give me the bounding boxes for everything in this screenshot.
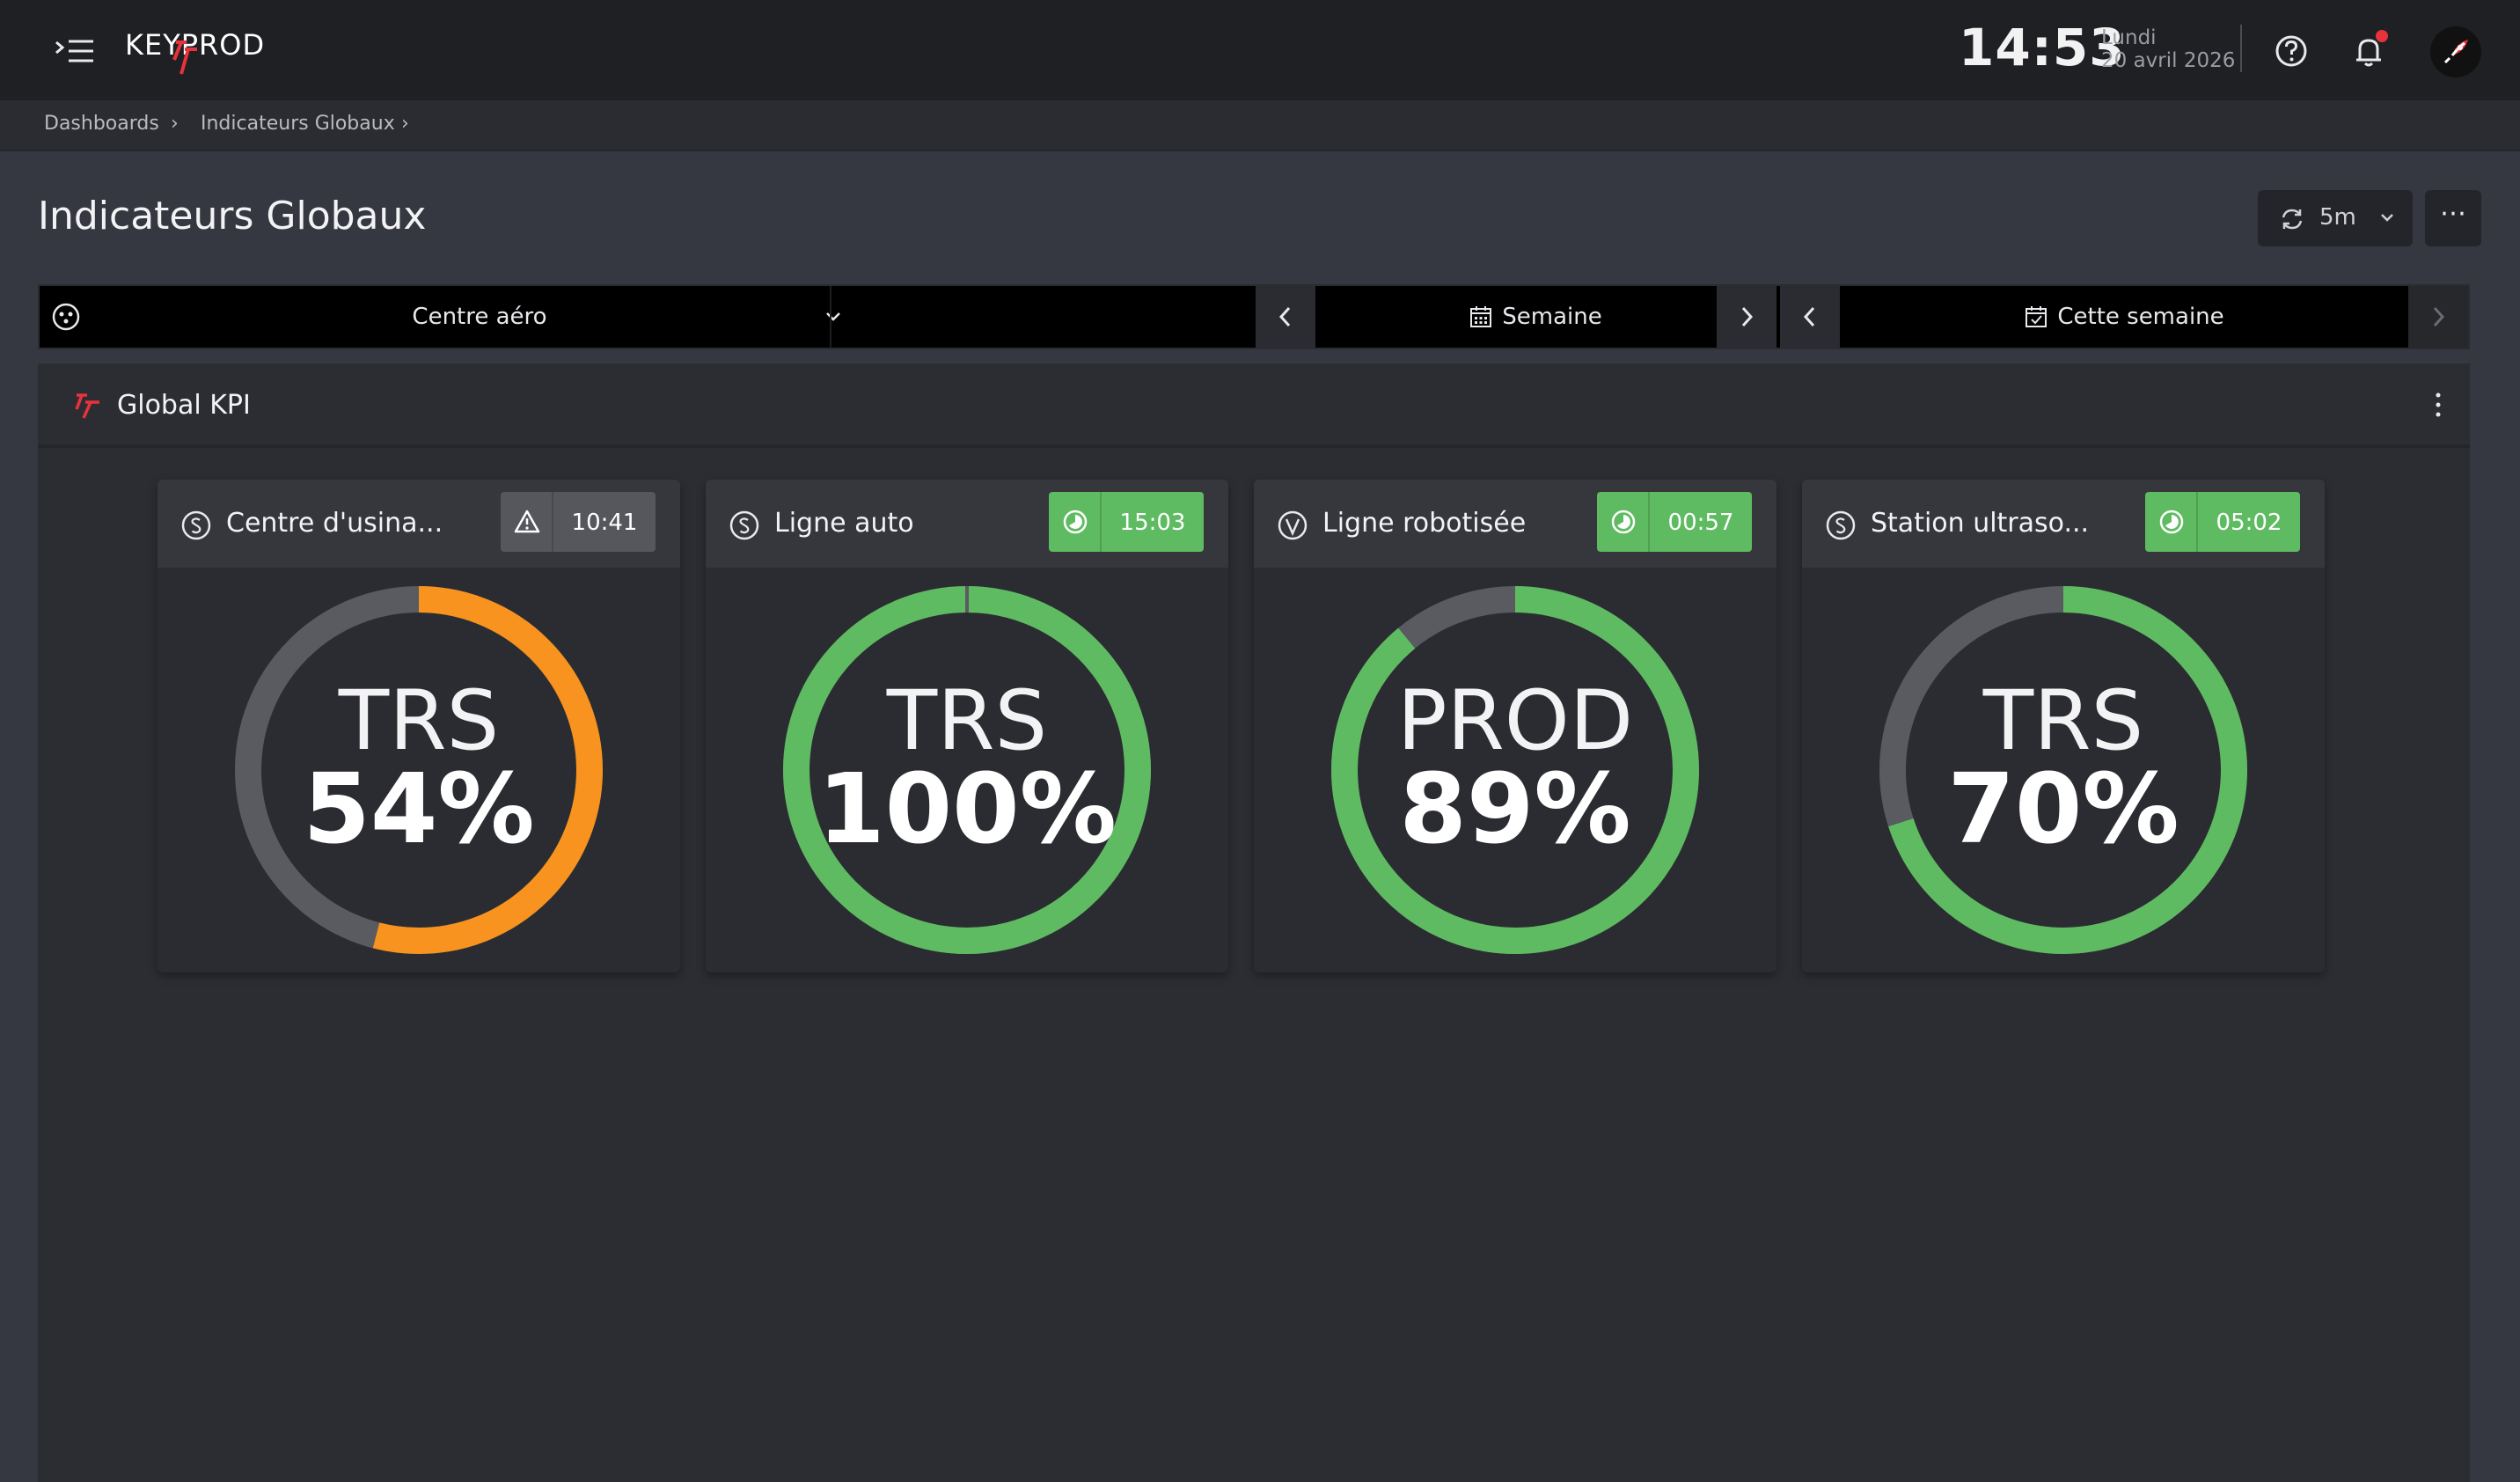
kpi-value: 89%	[1399, 752, 1631, 865]
period-type-value: Semaine	[1502, 304, 1602, 330]
kpi-gauge: PROD 89%	[1330, 585, 1700, 955]
period-prev-button[interactable]	[1780, 286, 1840, 348]
s-circle-icon	[180, 510, 212, 541]
breadcrumb: Dashboards › Indicateurs Globaux ›	[0, 100, 2520, 151]
kpi-card[interactable]: Centre d'usina... 10:41 TRS 54%	[158, 480, 680, 972]
breadcrumb-dashboards[interactable]: Dashboards	[44, 113, 159, 135]
kpi-value: 100%	[817, 752, 1117, 865]
refresh-icon	[2282, 209, 2303, 230]
kpi-card-header: Station ultraso... 05:02	[1802, 480, 2325, 568]
kpi-card[interactable]: Ligne auto 15:03 TRS 100%	[706, 480, 1228, 972]
kpi-gauge: TRS 54%	[234, 585, 604, 955]
site-select[interactable]: Centre aéro	[92, 286, 867, 348]
kpi-gauge: TRS 100%	[782, 585, 1152, 955]
page-title: Indicateurs Globaux	[38, 194, 427, 238]
s-circle-icon	[1825, 510, 1857, 541]
kpi-gauge: TRS 70%	[1879, 585, 2248, 955]
keyprod-mark-icon	[75, 393, 99, 419]
v-circle-icon	[1277, 510, 1308, 541]
period-type-prev-button[interactable]	[1256, 286, 1315, 348]
period-select[interactable]: Cette semaine	[1840, 286, 2408, 348]
period-type-next-button[interactable]	[1717, 286, 1776, 348]
top-bar: KEYPROD 14:53 Lundi 20 avril 2026	[0, 0, 2520, 100]
topbar-divider	[2240, 25, 2242, 72]
status-duration: 15:03	[1119, 510, 1186, 536]
kpi-card-title: Ligne auto	[774, 508, 914, 539]
refresh-interval-value: 5m	[2319, 204, 2356, 231]
status-duration: 00:57	[1667, 510, 1734, 536]
period-type-select[interactable]: Semaine	[1315, 286, 1755, 348]
kpi-card[interactable]: Ligne robotisée 00:57 PROD 89%	[1254, 480, 1776, 972]
rocket-icon	[2443, 40, 2468, 64]
half-moon-icon	[2157, 508, 2186, 536]
site-select-value: Centre aéro	[412, 304, 547, 330]
keyprod-logo[interactable]: KEYPROD	[123, 25, 317, 81]
calendar-check-icon	[2026, 306, 2048, 327]
user-avatar[interactable]	[2430, 26, 2481, 77]
panel-header: Global KPI	[38, 363, 2470, 448]
kpi-card-header: Ligne auto 15:03	[706, 480, 1228, 568]
kpi-card-title: Centre d'usina...	[226, 508, 443, 539]
chevron-down-icon	[2381, 214, 2393, 222]
chevron-right-icon	[1741, 306, 1754, 327]
half-moon-icon	[1609, 508, 1637, 536]
kpi-value: 54%	[303, 752, 535, 865]
status-badge[interactable]: 10:41	[501, 492, 656, 552]
kpi-card-title: Ligne robotisée	[1322, 508, 1527, 539]
panel-title: Global KPI	[117, 390, 251, 421]
kpi-value: 70%	[1947, 752, 2179, 865]
status-badge[interactable]: 00:57	[1597, 492, 1752, 552]
status-badge[interactable]: 15:03	[1049, 492, 1204, 552]
kebab-menu-icon[interactable]	[2431, 390, 2445, 420]
logo-text: KEYPROD	[125, 28, 265, 62]
help-icon[interactable]	[2274, 33, 2309, 69]
half-moon-icon	[1061, 508, 1089, 536]
chevron-right-icon: ›	[401, 113, 409, 135]
status-duration: 05:02	[2216, 510, 2282, 536]
filter-divider	[830, 286, 831, 348]
s-circle-icon	[729, 510, 760, 541]
more-options-button[interactable]: ⋯	[2425, 190, 2481, 246]
warning-triangle-icon	[513, 508, 541, 536]
status-duration: 10:41	[571, 510, 638, 536]
breadcrumb-indicateurs-globaux[interactable]: Indicateurs Globaux	[201, 113, 395, 135]
kpi-card-header: Ligne robotisée 00:57	[1254, 480, 1776, 568]
notifications-bell-icon[interactable]	[2349, 30, 2388, 70]
filter-bar: Centre aéro Semaine Cette semaine	[38, 284, 2470, 349]
period-value: Cette semaine	[2057, 304, 2224, 330]
notification-dot	[2376, 30, 2388, 42]
chevron-right-icon	[2433, 306, 2445, 327]
refresh-interval-select[interactable]: 5m	[2258, 190, 2413, 246]
site-icon	[40, 286, 92, 348]
chevron-left-icon	[1803, 306, 1815, 327]
chevron-right-icon: ›	[171, 113, 179, 135]
kpi-card-header: Centre d'usina... 10:41	[158, 480, 680, 568]
period-next-button[interactable]	[2408, 286, 2468, 348]
kpi-card-title: Station ultraso...	[1871, 508, 2090, 539]
clock-day: Lundi	[2101, 26, 2157, 49]
clock-date: 20 avril 2026	[2101, 49, 2236, 72]
chevron-down-icon	[826, 312, 840, 321]
menu-toggle-icon[interactable]	[53, 33, 97, 69]
kpi-card[interactable]: Station ultraso... 05:02 TRS 70%	[1802, 480, 2325, 972]
status-badge[interactable]: 05:02	[2145, 492, 2300, 552]
calendar-icon	[1470, 306, 1492, 327]
chevron-left-icon	[1278, 306, 1291, 327]
